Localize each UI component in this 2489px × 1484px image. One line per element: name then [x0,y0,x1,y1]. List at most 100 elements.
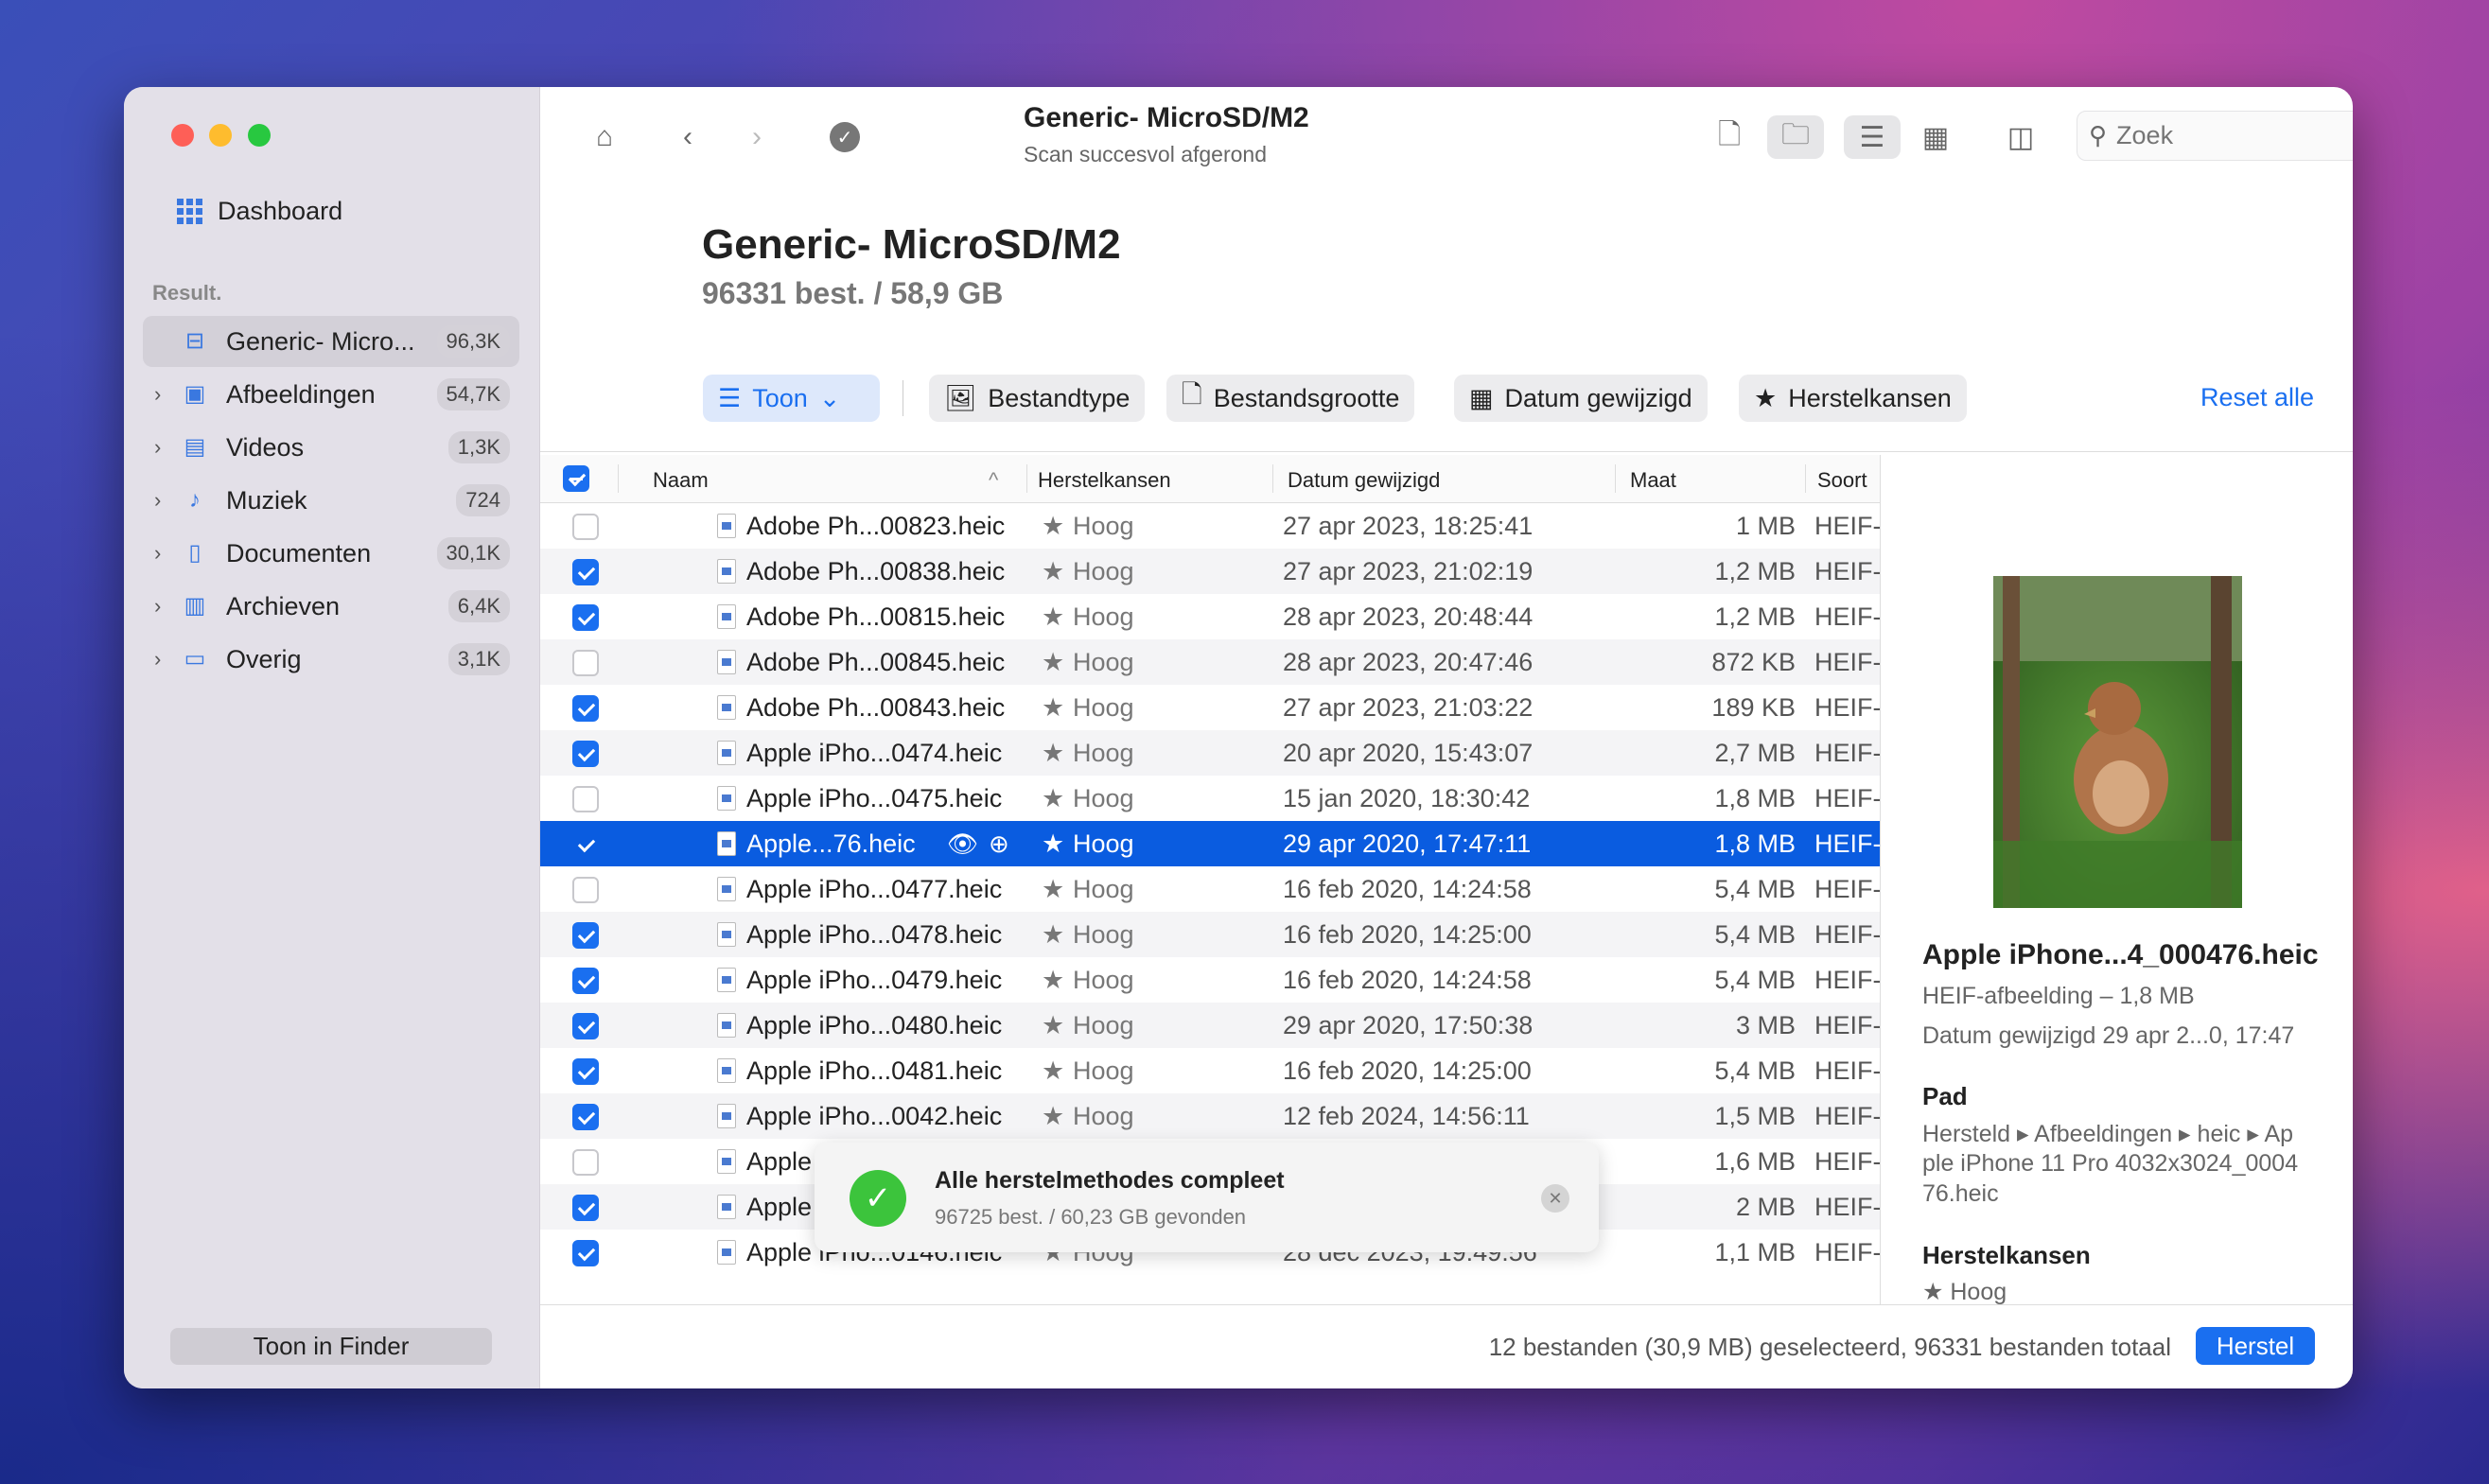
sidebar-item[interactable]: › ▭ Overig 3,1K [143,634,519,685]
back-icon[interactable]: ‹ [659,115,716,159]
row-checkbox[interactable] [572,877,599,903]
file-size-filter[interactable]: 🗋 Bestandsgrootte [1166,375,1415,422]
search-input[interactable] [2116,121,2353,150]
table-row[interactable]: Apple iPho...0475.heic ★ Hoog 15 jan 2020, … [540,776,1880,821]
table-row[interactable]: Apple...76.heic 👁 ⊕ ★ Hoog 29 apr 2020, 17:47… [540,821,1880,866]
table-row[interactable]: Apple iPho...0477.heic ★ Hoog 16 feb 2020, … [540,866,1880,912]
row-checkbox[interactable] [572,922,599,949]
row-checkbox[interactable] [572,650,599,676]
row-checkbox[interactable] [572,604,599,631]
column-date[interactable]: Datum gewijzigd [1288,468,1440,493]
sidebar-dashboard[interactable]: Dashboard [177,197,342,226]
table-row[interactable]: Adobe Ph...00815.heic ★ Hoog 28 apr 2023, 2… [540,594,1880,639]
list-view-icon[interactable]: ☰ [1844,115,1901,159]
close-window-button[interactable] [171,124,194,147]
column-chance[interactable]: Herstelkansen [1038,468,1171,493]
image-file-icon [717,922,736,947]
grid-view-icon[interactable]: ▦ [1907,115,1964,159]
sidebar-item[interactable]: › ▯ Documenten 30,1K [143,528,519,579]
file-type-filter[interactable]: 🖼 Bestandtype [929,375,1146,422]
window-title: Generic- MicroSD/M2 [1024,102,1309,133]
chevron-right-icon[interactable]: › [154,435,161,460]
sidebar-item-label: Videos [226,432,305,462]
recovery-chance: Hoog [1073,875,1134,903]
chance-filter[interactable]: ★ Herstelkansen [1739,375,1967,422]
sidebar-toggle-icon[interactable]: ◫ [1992,115,2049,159]
date-modified: 16 feb 2020, 14:25:00 [1283,920,1532,949]
row-checkbox[interactable] [572,741,599,767]
date-label: Datum gewijzigd [1504,383,1692,412]
hash-icon[interactable]: ⊕ [989,829,1009,859]
row-checkbox[interactable] [572,831,599,858]
chevron-right-icon[interactable]: › [154,382,161,407]
row-checkbox[interactable] [572,1058,599,1085]
film-icon: ▤ [184,434,206,460]
zoom-window-button[interactable] [248,124,271,147]
file-icon[interactable]: 🗋 [1701,115,1758,159]
folder-icon[interactable]: 🗀 [1767,115,1824,159]
recover-button[interactable]: Herstel [2196,1327,2315,1365]
table-row[interactable]: Apple iPho...0478.heic ★ Hoog 16 feb 2020, … [540,912,1880,957]
chevron-right-icon[interactable]: › [154,488,161,513]
star-icon: ★ [1042,602,1065,631]
chevron-right-icon[interactable]: › [154,647,161,672]
row-checkbox[interactable] [572,1240,599,1266]
row-checkbox[interactable] [572,514,599,540]
row-checkbox[interactable] [572,1013,599,1039]
star-icon: ★ [1042,648,1065,676]
sidebar-item[interactable]: › ▣ Afbeeldingen 54,7K [143,369,519,420]
sidebar-item[interactable]: › ▥ Archieven 6,4K [143,581,519,632]
table-row[interactable]: Adobe Ph...00838.heic ★ Hoog 27 apr 2023, 2… [540,549,1880,594]
date-filter[interactable]: ▦ Datum gewijzigd [1454,375,1708,422]
show-label: Toon [752,383,808,412]
row-checkbox[interactable] [572,968,599,994]
file-size: 1,2 MB [1714,557,1796,585]
home-icon[interactable]: ⌂ [576,115,633,159]
row-checkbox[interactable] [572,1195,599,1221]
recovery-chance: Hoog [1073,512,1134,540]
table-row[interactable]: Adobe Ph...00823.heic ★ Hoog 27 apr 2023, 1… [540,503,1880,549]
star-icon: ★ [1042,829,1065,858]
table-row[interactable]: Apple iPho...0481.heic ★ Hoog 16 feb 2020, … [540,1048,1880,1093]
file-name: Apple...76.heic [746,829,916,858]
row-checkbox[interactable] [572,786,599,812]
table-row[interactable]: Adobe Ph...00843.heic ★ Hoog 27 apr 2023, 2… [540,685,1880,730]
show-filter-button[interactable]: ☰ Toon ⌄ [703,375,880,422]
chevron-right-icon[interactable]: › [154,594,161,619]
check-circle-icon: ✓ [816,115,873,159]
window-subtitle: Scan succesvol afgerond [1024,142,1267,166]
table-row[interactable]: Adobe Ph...00845.heic ★ Hoog 28 apr 2023, 2… [540,639,1880,685]
preview-chance: Hoog [1950,1279,2007,1305]
row-checkbox[interactable] [572,1104,599,1130]
column-size[interactable]: Maat [1630,468,1676,493]
sidebar-item-count: 6,4K [447,590,510,622]
sidebar-item[interactable]: › ▤ Videos 1,3K [143,422,519,473]
chevron-right-icon[interactable]: › [154,541,161,566]
table-row[interactable]: Apple iPho...0474.heic ★ Hoog 20 apr 2020, … [540,730,1880,776]
recovery-chance: Hoog [1073,829,1134,858]
file-name: Apple iPho...0478.heic [746,920,1003,949]
image-file-icon [717,514,736,538]
row-checkbox[interactable] [572,1149,599,1176]
show-in-finder-button[interactable]: Toon in Finder [170,1328,492,1365]
row-checkbox[interactable] [572,695,599,722]
close-toast-icon[interactable]: ✕ [1541,1184,1569,1213]
sidebar-item[interactable]: ⊟ Generic- Micro... 96,3K [143,316,519,367]
table-row[interactable]: Apple iPho...0479.heic ★ Hoog 16 feb 2020, … [540,957,1880,1003]
select-all-checkbox[interactable] [563,465,589,492]
forward-icon[interactable]: › [728,115,785,159]
column-name[interactable]: Naam [653,468,709,493]
column-type[interactable]: Soort [1817,468,1867,493]
image-file-icon [717,559,736,584]
table-row[interactable]: Apple iPho...0480.heic ★ Hoog 29 apr 2020, … [540,1003,1880,1048]
preview-eye-icon[interactable]: 👁 [947,829,978,859]
table-row[interactable]: Apple iPho...0042.heic ★ Hoog 12 feb 2024, … [540,1093,1880,1139]
sort-ascending-icon[interactable]: ^ [989,468,998,493]
minimize-window-button[interactable] [209,124,232,147]
sidebar-item[interactable]: › ♪ Muziek 724 [143,475,519,526]
row-checkbox[interactable] [572,559,599,585]
reset-all-link[interactable]: Reset alle [2200,383,2314,412]
file-type: HEIF- [1814,784,1880,812]
search-field[interactable]: ⚲ [2077,111,2353,161]
file-type: HEIF- [1814,1193,1880,1221]
